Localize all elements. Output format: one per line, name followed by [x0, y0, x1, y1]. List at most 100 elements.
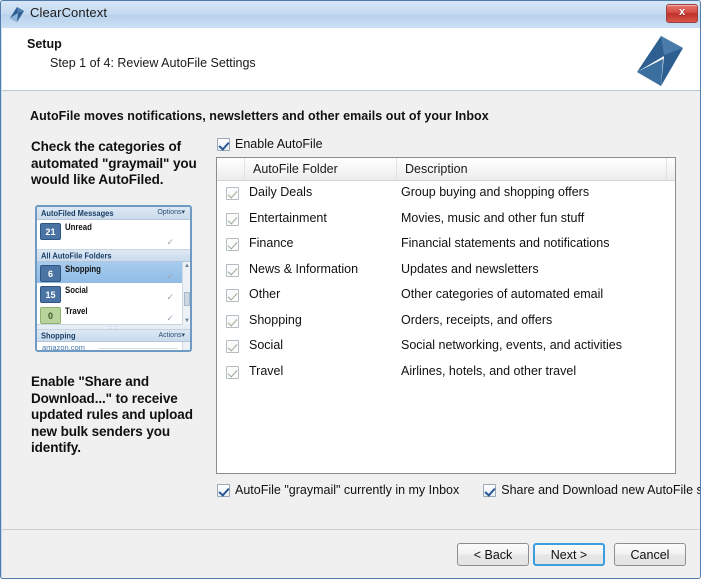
clearcontext-envelope-icon [631, 32, 687, 88]
row-checkbox[interactable] [226, 212, 239, 226]
row-folder: Entertainment [249, 210, 327, 225]
row-checkbox[interactable] [226, 340, 239, 353]
table-row[interactable]: Entertainment Movies, music and other fu… [217, 207, 675, 233]
thumbnail-scrollbar: ▲ ▼ [182, 262, 190, 325]
title-bar: ClearContext x [1, 1, 700, 28]
thumbnail-unread-count: 21 [40, 223, 61, 240]
row-description: Orders, receipts, and offers [401, 312, 553, 327]
thumbnail-options-menu: Options▾ [157, 208, 185, 216]
table-row[interactable]: Other Other categories of automated emai… [217, 283, 675, 309]
thumbnail-unread-row: 21 Unread ✓ [37, 220, 190, 250]
list-item: 15 Social ✓ [37, 283, 190, 304]
row-description: Updates and newsletters [401, 261, 539, 276]
divider [99, 348, 178, 349]
back-button[interactable]: < Back [457, 543, 529, 566]
row-description: Airlines, hotels, and other travel [401, 363, 577, 378]
chevron-down-icon: ▾ [181, 332, 185, 339]
row-folder: Other [249, 287, 281, 301]
row-checkbox[interactable] [226, 289, 239, 302]
thumbnail-detail-title: Shopping [41, 331, 76, 341]
thumbnail-folder-label: Travel [65, 306, 88, 317]
row-description: Other categories of automated email [401, 287, 604, 301]
enable-autofile-label: Enable AutoFile [235, 137, 323, 151]
autofile-existing-checkbox[interactable]: AutoFile "graymail" currently in my Inbo… [217, 483, 459, 497]
check-icon: ✓ [166, 292, 174, 302]
autofile-existing-label: AutoFile "graymail" currently in my Inbo… [235, 483, 460, 497]
wizard-header: Setup Step 1 of 4: Review AutoFile Setti… [2, 28, 700, 91]
thumbnail-actions-menu: Actions▾ [159, 331, 185, 339]
thumbnail-actions-label: Actions [158, 332, 182, 339]
thumbnail-detail-header: Shopping Actions▾ [37, 330, 190, 342]
column-header-folder[interactable]: AutoFile Folder [245, 158, 397, 180]
check-icon: ✓ [166, 271, 174, 281]
checkbox-checked-icon[interactable] [483, 483, 497, 497]
wizard-footer: < Back Next > Cancel [2, 529, 700, 578]
enable-autofile-checkbox[interactable]: Enable AutoFile [217, 137, 323, 151]
table-row[interactable]: News & Information Updates and newslette… [217, 258, 675, 284]
thumbnail-folder-label: Social [65, 285, 88, 296]
thumbnail-section-header: All AutoFile Folders [37, 250, 190, 262]
column-header-description[interactable]: Description [397, 158, 667, 180]
thumbnail-folder-label: Shopping [65, 264, 101, 275]
row-checkbox[interactable] [226, 238, 239, 251]
thumbnail-folder-list: 6 Shopping ✓ 15 Social ✓ 0 Travel ✓ ▲ ▼ [37, 262, 190, 325]
window-title: ClearContext [30, 5, 108, 20]
wizard-body: AutoFile moves notifications, newsletter… [2, 91, 700, 529]
intro-heading: AutoFile moves notifications, newsletter… [30, 109, 489, 123]
left-instruction-1: Check the categories of automated "graym… [31, 139, 207, 189]
clearcontext-setup-window: ClearContext x Setup Step 1 of 4: Review… [0, 0, 701, 579]
table-row[interactable]: Finance Financial statements and notific… [217, 232, 675, 258]
checkbox-checked-icon[interactable] [217, 483, 230, 497]
checkbox-checked-icon[interactable] [217, 137, 230, 151]
column-header-spacer[interactable] [667, 158, 675, 180]
table-row[interactable]: Travel Airlines, hotels, and other trave… [217, 360, 675, 386]
thumbnail-folder-count: 0 [40, 307, 61, 324]
list-item: 0 Travel ✓ [37, 304, 190, 325]
row-folder: News & Information [249, 261, 359, 276]
row-folder: Travel [249, 363, 284, 378]
share-download-checkbox[interactable]: Share and Download new AutoFile senders [483, 483, 700, 497]
thumbnail-unread-label: Unread [65, 222, 92, 233]
thumbnail-pane-title: AutoFiled Messages [41, 208, 114, 219]
row-checkbox[interactable] [226, 365, 239, 379]
step-subtitle: Step 1 of 4: Review AutoFile Settings [50, 56, 256, 70]
scroll-down-icon: ▼ [184, 318, 190, 324]
autofile-folders-table: AutoFile Folder Description Daily Deals … [216, 157, 676, 474]
scrollbar-thumb [184, 292, 190, 306]
row-checkbox[interactable] [226, 314, 239, 328]
check-icon: ✓ [166, 237, 174, 247]
row-description: Social networking, events, and activitie… [401, 338, 622, 352]
bottom-options-row: AutoFile "graymail" currently in my Inbo… [217, 483, 700, 497]
row-description: Movies, music and other fun stuff [401, 210, 585, 225]
envelope-logo-icon [8, 6, 25, 23]
share-download-label: Share and Download new AutoFile senders [501, 483, 700, 497]
thumbnail-section-label: All AutoFile Folders [41, 251, 112, 261]
thumbnail-options-label: Options [157, 209, 182, 216]
cancel-button[interactable]: Cancel [614, 543, 686, 566]
autofile-preview-thumbnail: AutoFiled Messages Options▾ 21 Unread ✓ … [35, 205, 192, 352]
row-folder: Social [249, 338, 284, 352]
column-header-checkbox[interactable] [217, 158, 245, 180]
row-folder: Daily Deals [249, 185, 313, 199]
row-checkbox[interactable] [226, 187, 239, 200]
row-folder: Shopping [249, 312, 302, 327]
thumbnail-message-list: amazon.com Your Amazon.com order has shi… [37, 342, 190, 352]
table-row[interactable]: Shopping Orders, receipts, and offers [217, 309, 675, 335]
left-instruction-1-text: Check the categories of automated "graym… [31, 139, 197, 187]
row-folder: Finance [249, 236, 294, 250]
thumbnail-sender: amazon.com [42, 343, 85, 352]
table-row[interactable]: Daily Deals Group buying and shopping of… [217, 181, 675, 207]
row-checkbox[interactable] [226, 263, 239, 277]
row-description: Group buying and shopping offers [401, 185, 590, 199]
thumbnail-folder-count: 6 [40, 265, 61, 282]
page-title: Setup [27, 37, 62, 51]
list-item: 6 Shopping ✓ [37, 262, 190, 283]
thumbnail-message-scrollbar [182, 342, 190, 350]
window-frame: ClearContext x Setup Step 1 of 4: Review… [0, 0, 701, 579]
close-icon: x [678, 6, 686, 18]
check-icon: ✓ [166, 313, 174, 323]
next-button[interactable]: Next > [533, 543, 605, 566]
table-row[interactable]: Social Social networking, events, and ac… [217, 334, 675, 360]
close-button[interactable]: x [666, 4, 698, 23]
left-instruction-2: Enable "Share and Download..." to receiv… [31, 374, 193, 455]
